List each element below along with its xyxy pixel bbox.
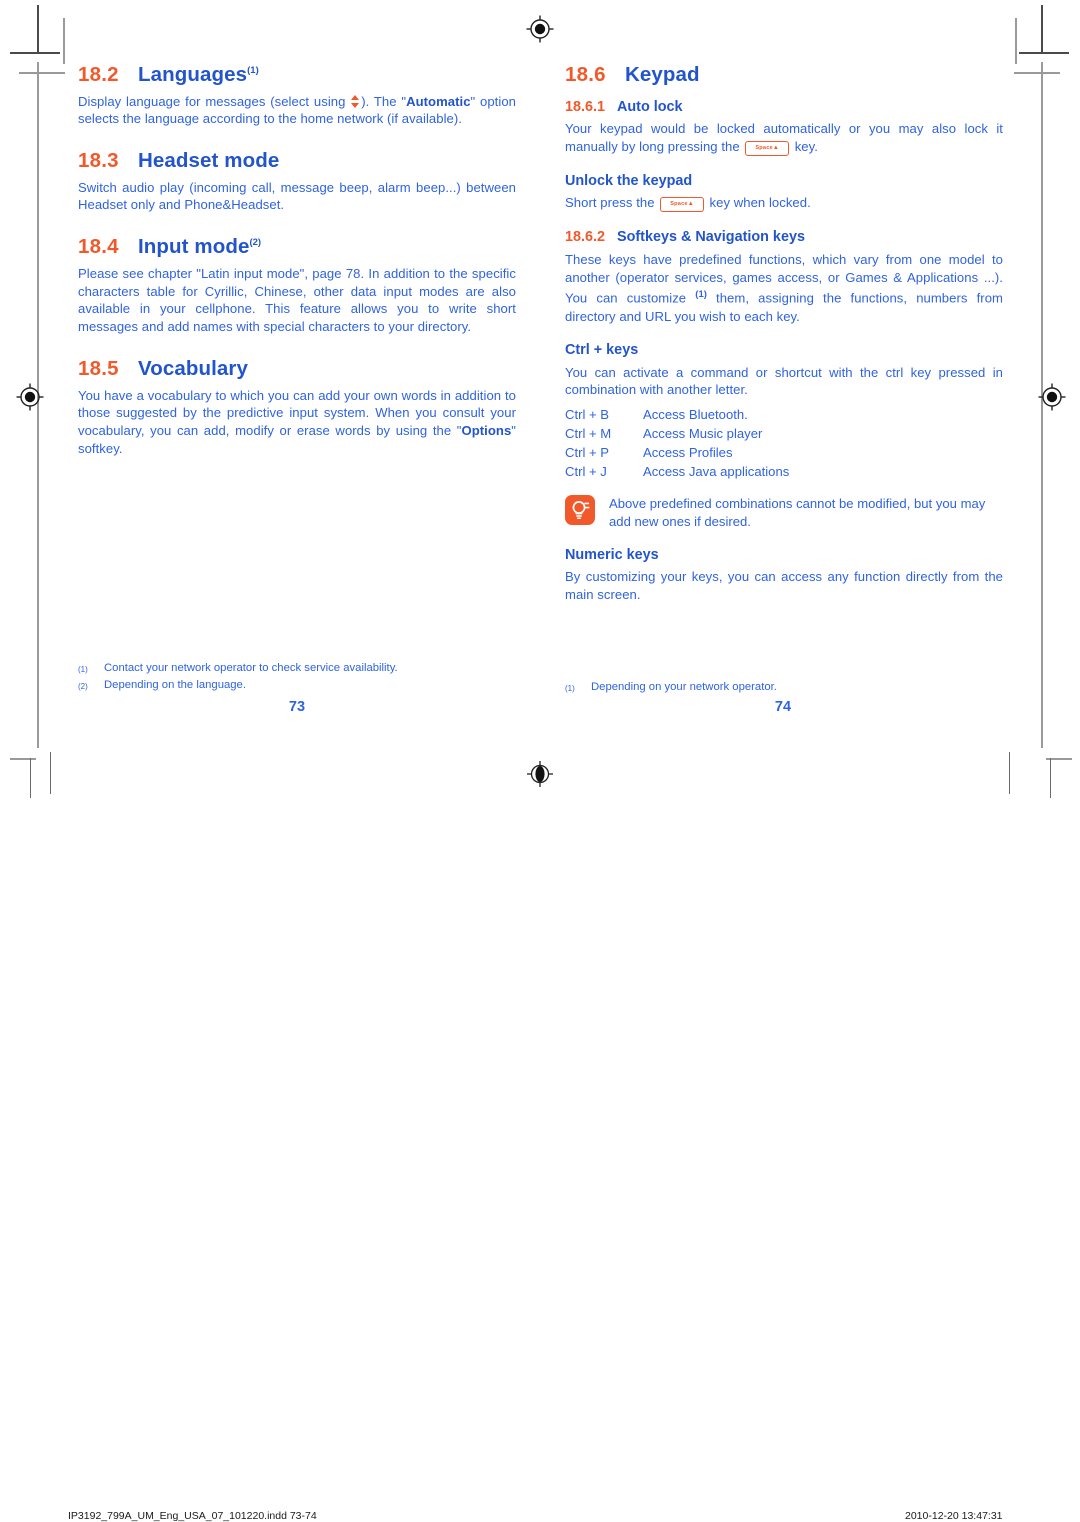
space-key-icon: Space▲ bbox=[660, 197, 704, 213]
heading-unlock-the-keypad: Unlock the keypad bbox=[565, 172, 693, 189]
paragraph-softkeys: These keys have predefined functions, wh… bbox=[565, 251, 1003, 324]
footnote-mark: (2) bbox=[78, 681, 88, 691]
heading-18-4: 18.4 Input mode(2) bbox=[78, 236, 516, 259]
footnote-marker-1: (1) bbox=[247, 65, 259, 77]
paragraph-unlock-keypad: Short press the Space▲ key when locked. bbox=[565, 195, 811, 213]
spread-content: 18.2 Languages(1) Display language for m… bbox=[0, 0, 1080, 798]
shortcut-combo: Ctrl + B bbox=[565, 407, 610, 423]
footnote-text: Depending on the language. bbox=[104, 678, 246, 691]
shortcut-combo: Ctrl + P bbox=[565, 445, 610, 461]
shortcut-combo: Ctrl + J bbox=[565, 464, 607, 480]
heading-numeric-keys: Numeric keys bbox=[565, 546, 659, 563]
slug-timestamp: 2010-12-20 13:47:31 bbox=[905, 1510, 1003, 1522]
right-page-column: 18.6 Keypad 18.6.1 Auto lock Your keypad… bbox=[565, 63, 1003, 610]
heading-18-2-title: Languages(1) bbox=[138, 63, 259, 86]
lightbulb-icon bbox=[565, 495, 595, 526]
footnote-row: (1) Depending on your network operator. bbox=[565, 680, 1003, 697]
ctrl-shortcut-list: Ctrl + B Access Bluetooth. Ctrl + M Acce… bbox=[565, 405, 1003, 481]
tip-text: Above predefined combinations cannot be … bbox=[609, 496, 986, 529]
heading-18-4-title: Input mode(2) bbox=[138, 235, 262, 259]
updown-arrow-icon bbox=[351, 94, 360, 108]
shortcut-action: Access Java applications bbox=[643, 464, 790, 480]
slug-filename: IP3192_799A_UM_Eng_USA_07_101220.indd 73… bbox=[68, 1510, 317, 1522]
tip-callout: Above predefined combinations cannot be … bbox=[565, 495, 1003, 531]
shortcut-row: Ctrl + J Access Java applications bbox=[565, 462, 1003, 481]
shortcut-action: Access Music player bbox=[643, 426, 763, 442]
footnote-row: (2) Depending on the language. bbox=[78, 678, 516, 695]
footnote-mark: (1) bbox=[565, 684, 575, 693]
shortcut-action: Access Profiles bbox=[643, 445, 733, 461]
heading-18-2-number: 18.2 bbox=[78, 63, 119, 86]
footnote-text: Contact your network operator to check s… bbox=[104, 662, 398, 674]
heading-18-2: 18.2 Languages(1) bbox=[78, 63, 516, 87]
heading-18-4-number: 18.4 bbox=[78, 235, 119, 259]
heading-18-6-2-title: Softkeys & Navigation keys bbox=[617, 229, 805, 246]
paragraph-headset-mode: Switch audio play (incoming call, messag… bbox=[78, 179, 516, 213]
footnote-marker-1: (1) bbox=[695, 289, 707, 301]
paragraph-vocabulary: You have a vocabulary to which you can a… bbox=[78, 387, 516, 456]
shortcut-action: Access Bluetooth. bbox=[643, 407, 748, 423]
paragraph-ctrl-intro: You can activate a command or shortcut w… bbox=[565, 364, 1003, 398]
paragraph-input-mode: Please see chapter "Latin input mode", p… bbox=[78, 265, 516, 335]
heading-18-3-number: 18.3 bbox=[78, 149, 119, 173]
heading-18-5-title: Vocabulary bbox=[138, 357, 248, 381]
heading-18-6-1-number: 18.6.1 bbox=[565, 98, 606, 115]
heading-18-3-title: Headset mode bbox=[138, 149, 280, 173]
shortcut-row: Ctrl + B Access Bluetooth. bbox=[565, 405, 1003, 424]
heading-18-6-number: 18.6 bbox=[565, 63, 606, 86]
heading-18-6-2-number: 18.6.2 bbox=[565, 229, 606, 246]
footnote-text: Depending on your network operator. bbox=[591, 681, 777, 693]
left-page-footnotes: (1) Contact your network operator to che… bbox=[78, 661, 516, 694]
heading-18-6-1-title: Auto lock bbox=[617, 98, 683, 115]
footnote-marker-2: (2) bbox=[249, 237, 262, 249]
paragraph-languages: Display language for messages (select us… bbox=[78, 93, 516, 127]
heading-18-6: 18.6 Keypad bbox=[565, 63, 1003, 87]
paragraph-numeric-keys: By customizing your keys, you can access… bbox=[565, 569, 1003, 602]
folio-left: 73 bbox=[288, 699, 306, 715]
heading-18-6-1: 18.6.1 Auto lock bbox=[565, 99, 1003, 116]
shortcut-row: Ctrl + M Access Music player bbox=[565, 424, 1003, 443]
left-page-column: 18.2 Languages(1) Display language for m… bbox=[78, 63, 516, 464]
heading-18-6-title: Keypad bbox=[625, 63, 700, 86]
right-page-footnotes: (1) Depending on your network operator. bbox=[565, 680, 1003, 697]
folio-right: 74 bbox=[774, 699, 792, 715]
shortcut-combo: Ctrl + M bbox=[565, 426, 612, 442]
heading-18-5: 18.5 Vocabulary bbox=[78, 357, 516, 381]
space-key-icon: Space▲ bbox=[745, 140, 789, 156]
heading-18-3: 18.3 Headset mode bbox=[78, 150, 516, 173]
heading-ctrl-keys: Ctrl + keys bbox=[565, 342, 639, 359]
footnote-mark: (1) bbox=[78, 665, 88, 674]
paragraph-auto-lock: Your keypad would be locked automaticall… bbox=[565, 121, 1003, 156]
heading-18-6-2: 18.6.2 Softkeys & Navigation keys bbox=[565, 229, 1003, 246]
proof-slug-bar: IP3192_799A_UM_Eng_USA_07_101220.indd 73… bbox=[0, 750, 1080, 1522]
heading-18-5-number: 18.5 bbox=[78, 357, 119, 381]
shortcut-row: Ctrl + P Access Profiles bbox=[565, 443, 1003, 462]
footnote-row: (1) Contact your network operator to che… bbox=[78, 661, 516, 678]
